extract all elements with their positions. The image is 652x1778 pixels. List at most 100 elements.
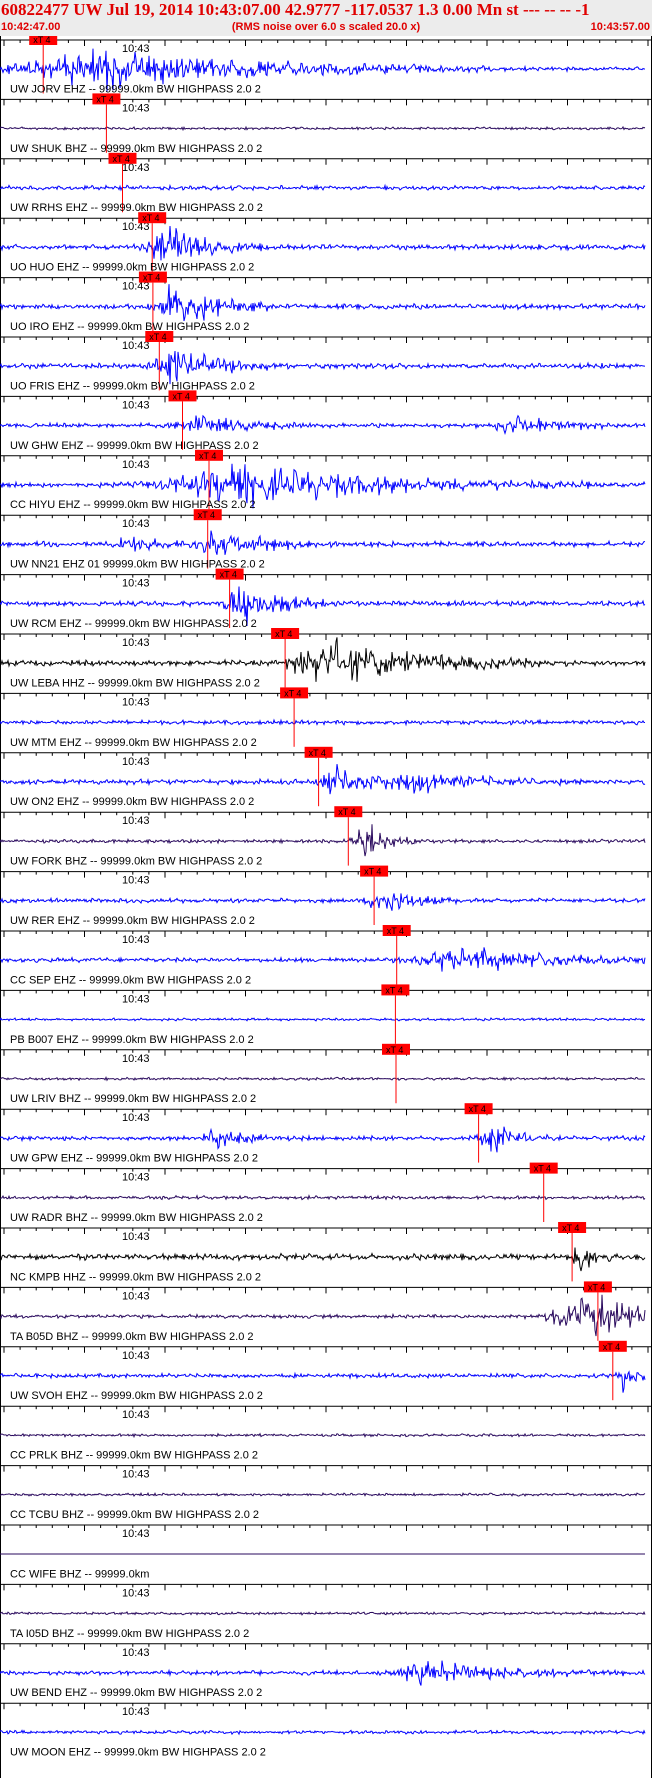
station-label: TA B05D BHZ -- 99999.0km BW HIGHPASS 2.0… — [10, 1331, 254, 1343]
station-label: UO FRIS EHZ -- 99999.0km BW HIGHPASS 2.0… — [10, 380, 255, 392]
pick-label: xT 4 — [309, 748, 326, 758]
time-tick-label: 10:43 — [122, 43, 150, 55]
station-label: UO HUO EHZ -- 99999.0km BW HIGHPASS 2.0 … — [10, 262, 254, 274]
station-label: NC KMPB HHZ -- 99999.0km BW HIGHPASS 2.0… — [10, 1271, 261, 1283]
seismogram-trace — [0, 350, 645, 385]
pick-label: xT 4 — [603, 1342, 620, 1352]
pick-label: xT 4 — [387, 926, 404, 936]
station-label: TA I05D BHZ -- 99999.0km BW HIGHPASS 2.0… — [10, 1628, 249, 1640]
pick-label: xT 4 — [588, 1282, 605, 1292]
time-tick-label: 10:43 — [122, 1053, 150, 1065]
seismogram-trace — [0, 1076, 646, 1082]
pick-label: xT 4 — [364, 867, 381, 877]
station-label: UW MTM EHZ -- 99999.0km BW HIGHPASS 2.0 … — [10, 737, 257, 749]
station-label: UO IRO EHZ -- 99999.0km BW HIGHPASS 2.0 … — [10, 321, 249, 333]
pick-label: xT 4 — [534, 1164, 551, 1174]
station-label: UW JORV EHZ -- 99999.0km BW HIGHPASS 2.0… — [10, 83, 261, 95]
pick-label: xT 4 — [142, 213, 159, 223]
seismogram-plot: 10:43xT 4UW JORV EHZ -- 99999.0km BW HIG… — [0, 36, 652, 1778]
time-tick-label: 10:43 — [122, 1469, 150, 1481]
seismogram-trace — [0, 824, 646, 857]
station-label: UW BEND EHZ -- 99999.0km BW HIGHPASS 2.0… — [10, 1687, 262, 1699]
seismogram-trace — [0, 225, 646, 261]
seismogram-trace — [0, 1194, 646, 1201]
noise-subtitle: (RMS noise over 6.0 s scaled 20.0 x) — [231, 21, 421, 33]
time-tick-label: 10:43 — [122, 1409, 150, 1421]
seismogram-trace — [0, 1729, 646, 1736]
time-tick-label: 10:43 — [122, 696, 150, 708]
station-label: UW LRIV BHZ -- 99999.0km BW HIGHPASS 2.0… — [10, 1093, 256, 1105]
station-label: UW LEBA HHZ -- 99999.0km BW HIGHPASS 2.0… — [10, 677, 260, 689]
time-tick-label: 10:43 — [122, 1647, 150, 1659]
seismogram-trace — [0, 637, 646, 682]
seismogram-trace — [0, 125, 646, 132]
pick-label: xT 4 — [469, 1104, 486, 1114]
station-label: UW GPW EHZ -- 99999.0km BW HIGHPASS 2.0 … — [10, 1153, 258, 1165]
station-label: UW RADR BHZ -- 99999.0km BW HIGHPASS 2.0… — [10, 1212, 263, 1224]
pick-label: xT 4 — [275, 629, 292, 639]
seismogram-trace — [0, 764, 646, 795]
time-tick-label: 10:43 — [122, 637, 150, 649]
seismogram-trace — [0, 1432, 646, 1439]
time-tick-label: 10:43 — [122, 875, 150, 887]
station-label: CC WIFE BHZ -- 99999.0km — [10, 1568, 149, 1580]
time-tick-label: 10:43 — [122, 1350, 150, 1362]
pick-label: xT 4 — [33, 36, 50, 45]
seismogram-trace — [0, 947, 646, 972]
seismogram-trace — [0, 183, 646, 192]
time-tick-label: 10:43 — [122, 578, 150, 590]
pick-label: xT 4 — [385, 985, 402, 995]
pick-label: xT 4 — [198, 510, 215, 520]
seismogram-trace — [0, 1017, 646, 1022]
pick-label: xT 4 — [220, 570, 237, 580]
seismogram-trace — [0, 1610, 646, 1616]
time-tick-label: 10:43 — [122, 993, 150, 1005]
seismogram-trace — [0, 1126, 646, 1153]
station-label: CC PRLK BHZ -- 99999.0km BW HIGHPASS 2.0… — [10, 1450, 258, 1462]
station-label: UW ON2 EHZ -- 99999.0km BW HIGHPASS 2.0 … — [10, 796, 254, 808]
station-label: UW SVOH EHZ -- 99999.0km BW HIGHPASS 2.0… — [10, 1390, 263, 1402]
seismogram-trace — [0, 1660, 646, 1686]
seismogram-trace — [0, 893, 646, 911]
station-label: UW RCM EHZ -- 99999.0km BW HIGHPASS 2.0 … — [10, 618, 257, 630]
time-tick-label: 10:43 — [122, 1172, 150, 1184]
time-tick-label: 10:43 — [122, 102, 150, 114]
time-tick-label: 10:43 — [122, 1528, 150, 1540]
station-label: UW FORK BHZ -- 99999.0km BW HIGHPASS 2.0… — [10, 856, 262, 868]
time-tick-label: 10:43 — [122, 1706, 150, 1718]
pick-label: xT 4 — [113, 154, 130, 164]
time-tick-label: 10:43 — [122, 1587, 150, 1599]
time-tick-label: 10:43 — [122, 934, 150, 946]
seismogram-trace — [0, 284, 646, 322]
station-label: UW RRHS EHZ -- 99999.0km BW HIGHPASS 2.0… — [10, 202, 263, 214]
time-tick-label: 10:43 — [122, 1112, 150, 1124]
pick-label: xT 4 — [96, 94, 113, 104]
pick-label: xT 4 — [386, 1045, 403, 1055]
station-label: CC TCBU BHZ -- 99999.0km BW HIGHPASS 2.0… — [10, 1509, 259, 1521]
seismogram-trace — [0, 414, 646, 435]
event-title: 60822477 UW Jul 19, 2014 10:43:07.00 42.… — [1, 0, 590, 19]
seismogram-trace — [0, 530, 646, 555]
pick-label: xT 4 — [173, 391, 190, 401]
seismogram-trace — [0, 1491, 646, 1498]
pick-label: xT 4 — [149, 332, 166, 342]
pick-label: xT 4 — [284, 688, 301, 698]
time-tick-label: 10:43 — [122, 1231, 150, 1243]
time-tick-label: 10:43 — [122, 815, 150, 827]
station-label: CC SEP EHZ -- 99999.0km BW HIGHPASS 2.0 … — [10, 974, 251, 986]
pick-label: xT 4 — [143, 273, 160, 283]
seismogram-trace — [0, 1247, 646, 1272]
seismogram-trace — [0, 718, 645, 727]
station-label: UW MOON EHZ -- 99999.0km BW HIGHPASS 2.0… — [10, 1747, 266, 1759]
time-tick-label: 10:43 — [122, 399, 150, 411]
pick-label: xT 4 — [562, 1223, 579, 1233]
time-tick-label: 10:43 — [122, 756, 150, 768]
end-time: 10:43:57.00 — [590, 21, 650, 33]
time-tick-label: 10:43 — [122, 459, 150, 471]
pick-label: xT 4 — [338, 807, 355, 817]
time-tick-label: 10:43 — [122, 1290, 150, 1302]
plot-header: 60822477 UW Jul 19, 2014 10:43:07.00 42.… — [0, 0, 652, 36]
station-label: PB B007 EHZ -- 99999.0km BW HIGHPASS 2.0… — [10, 1034, 254, 1046]
pick-label: xT 4 — [199, 451, 216, 461]
time-tick-label: 10:43 — [122, 518, 150, 530]
